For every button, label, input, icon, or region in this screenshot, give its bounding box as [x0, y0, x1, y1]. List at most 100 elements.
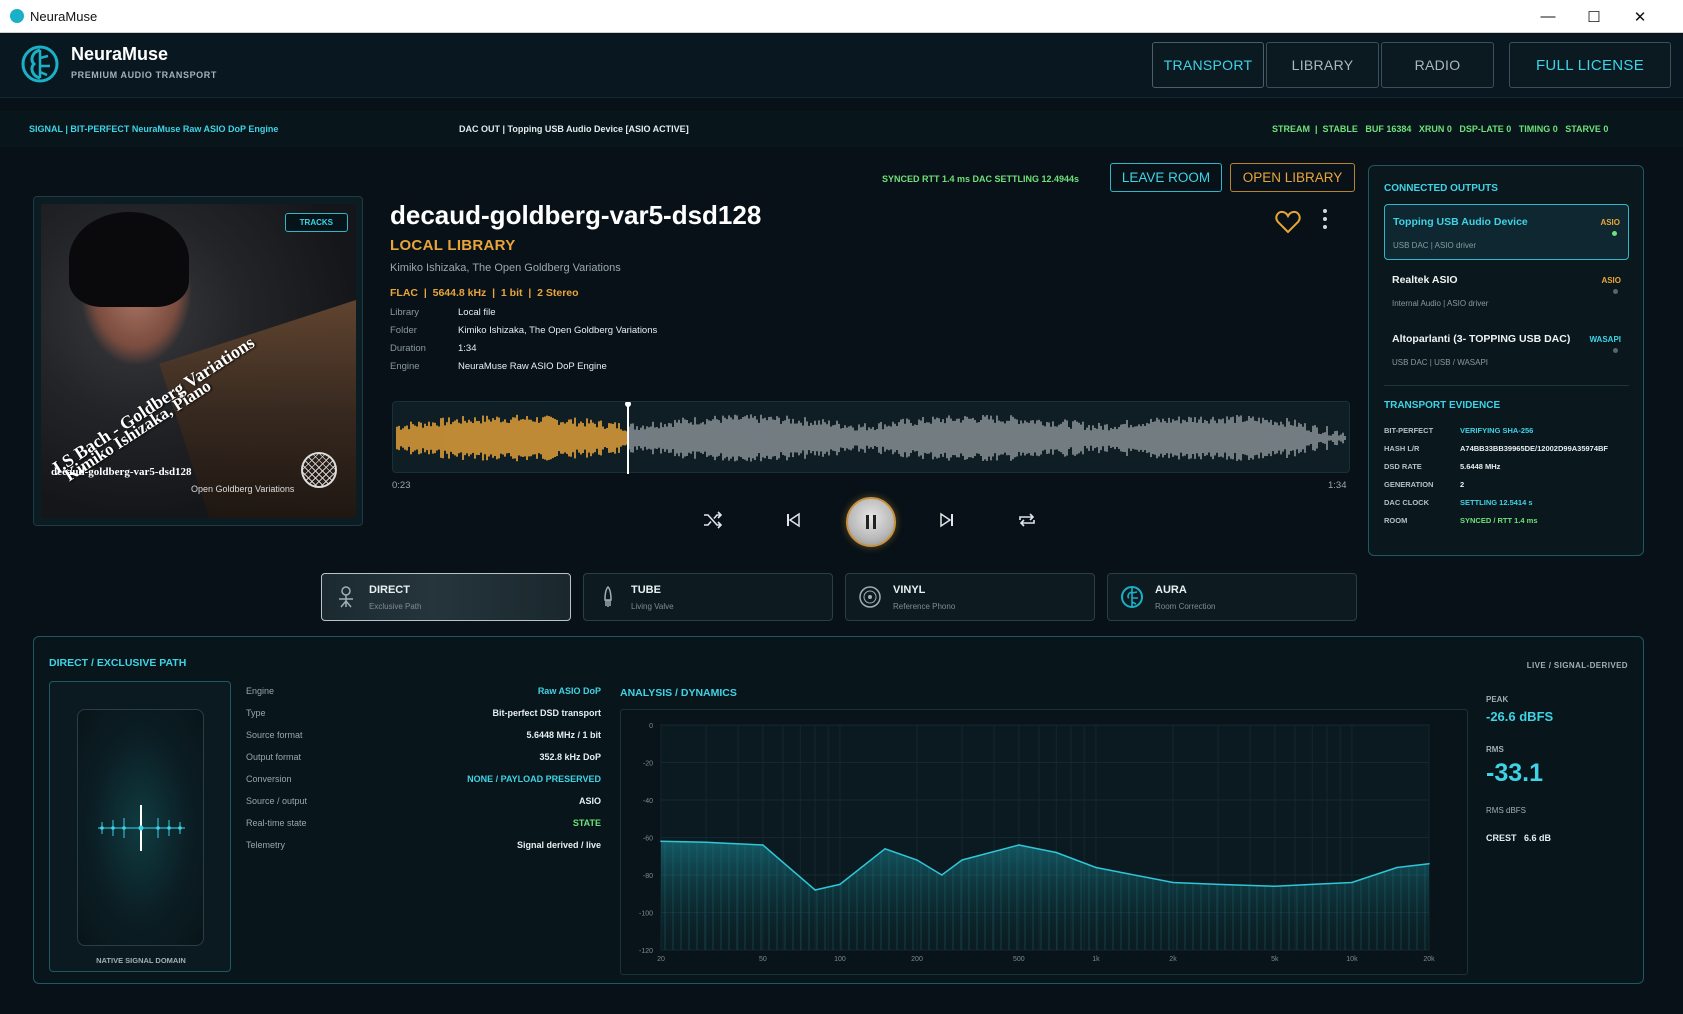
waveform-graph — [396, 401, 1346, 474]
vinyl-icon — [859, 586, 881, 608]
output-item-topping[interactable]: Topping USB Audio Device USB DAC | ASIO … — [1384, 204, 1629, 260]
chart-point — [762, 844, 764, 846]
y-tick-label: 0 — [649, 723, 653, 730]
x-tick-label: 200 — [911, 956, 923, 963]
track-title: decaud-goldberg-var5-dsd128 — [390, 200, 762, 230]
mode-subtitle: Room Correction — [1155, 602, 1216, 611]
nav-library-button[interactable]: LIBRARY — [1266, 42, 1379, 88]
shuffle-icon — [704, 511, 723, 529]
album-card: TRACKS J.S Bach - Goldberg Variations Ki… — [33, 196, 363, 526]
output-status-dot — [1612, 231, 1617, 236]
album-art-label: Open Goldberg Variations — [191, 484, 295, 494]
spec-key: Real-time state — [246, 818, 307, 828]
output-item-realtek[interactable]: Realtek ASIO Internal Audio | ASIO drive… — [1384, 263, 1629, 319]
previous-icon — [787, 512, 800, 528]
leave-room-button[interactable]: LEAVE ROOM — [1110, 163, 1222, 192]
output-name: Realtek ASIO — [1392, 274, 1458, 286]
mode-tube-button[interactable]: TUBE Living Valve — [583, 573, 833, 621]
spec-key: Output format — [246, 752, 302, 762]
close-button[interactable]: ✕ — [1617, 0, 1663, 33]
next-track-button[interactable] — [932, 505, 962, 535]
pause-button[interactable] — [846, 497, 896, 547]
meta-key: Folder — [390, 325, 417, 336]
shuffle-button[interactable] — [698, 505, 728, 535]
spec-value: 5.6448 MHz / 1 bit — [526, 730, 601, 740]
next-icon — [940, 512, 953, 528]
spec-value: Signal derived / live — [516, 840, 601, 850]
signal-path-status: SIGNAL | BIT-PERFECT NeuraMuse Raw ASIO … — [29, 124, 279, 134]
path-panel-title: DIRECT / EXCLUSIVE PATH — [49, 657, 187, 669]
y-tick-label: -40 — [643, 798, 653, 805]
evidence-value: 2 — [1460, 480, 1465, 489]
output-name: Altoparlanti (3- TOPPING USB DAC) — [1392, 333, 1571, 345]
meta-key: Library — [390, 307, 420, 318]
y-tick-label: -80 — [643, 873, 653, 880]
x-tick-label: 500 — [1013, 956, 1025, 963]
window-titlebar: NeuraMuse — ☐ ✕ — [0, 0, 1683, 33]
full-license-button[interactable]: FULL LICENSE — [1509, 42, 1671, 88]
stream-stats: STREAM | STABLE BUF 16384 XRUN 0 DSP-LAT… — [1272, 124, 1609, 134]
chart-point — [1095, 866, 1097, 869]
nav-transport-button[interactable]: TRANSPORT — [1152, 42, 1264, 88]
repeat-icon — [1019, 513, 1035, 527]
dynamics-chart-box: 0 -20 -40 -60 -80 -100 -120 20 50 100 200 500 1k 2k 5k… — [620, 709, 1468, 975]
direct-path-panel: DIRECT / EXCLUSIVE PATH LIVE / SIGNAL-DE… — [33, 636, 1644, 984]
spec-value: Raw ASIO DoP — [537, 686, 601, 696]
previous-track-button[interactable] — [778, 505, 808, 535]
output-subtitle: Internal Audio | ASIO driver — [1392, 299, 1489, 308]
meta-value: 1:34 — [458, 343, 477, 354]
pause-icon — [866, 515, 876, 529]
direct-icon — [339, 586, 353, 608]
sync-status: SYNCED RTT 1.4 ms DAC SETTLING 12.4944s — [882, 174, 1080, 184]
spec-key: Conversion — [246, 774, 292, 784]
output-item-altoparlanti[interactable]: Altoparlanti (3- TOPPING USB DAC) USB DA… — [1384, 322, 1629, 378]
repeat-button[interactable] — [1012, 505, 1042, 535]
maximize-button[interactable]: ☐ — [1571, 0, 1617, 33]
album-art-filename: decaud-goldberg-var5-dsd128 — [51, 466, 192, 478]
y-tick-label: -120 — [639, 948, 653, 955]
nav-radio-button[interactable]: RADIO — [1381, 42, 1494, 88]
minimize-button[interactable]: — — [1525, 0, 1571, 33]
mode-aura-button[interactable]: AURA Room Correction — [1107, 573, 1357, 621]
crest-value: CREST 6.6 dB — [1486, 833, 1552, 843]
track-format: FLAC | 5644.8 kHz | 1 bit | 2 Stereo — [390, 287, 579, 299]
chart-point — [1055, 851, 1058, 854]
app-icon — [10, 9, 24, 23]
y-tick-label: -20 — [643, 761, 653, 768]
x-tick-label: 20 — [657, 956, 665, 963]
chart-point — [1351, 881, 1353, 884]
spec-key: Engine — [246, 686, 275, 696]
open-library-button[interactable]: OPEN LIBRARY — [1230, 163, 1355, 192]
x-tick-label: 50 — [759, 956, 767, 963]
album-art-seal-icon — [301, 452, 337, 488]
track-artist: Kimiko Ishizaka, The Open Goldberg Varia… — [390, 262, 621, 274]
x-tick-label: 10k — [1346, 956, 1358, 963]
connected-outputs-heading: CONNECTED OUTPUTS — [1384, 183, 1498, 194]
favorite-heart-icon[interactable] — [1275, 210, 1301, 234]
output-name: Topping USB Audio Device — [1393, 216, 1528, 228]
peak-label: PEAK — [1486, 695, 1509, 704]
chart-point — [839, 883, 841, 886]
chart-point — [1217, 883, 1219, 886]
window-title: NeuraMuse — [30, 9, 98, 24]
tracks-tag-button[interactable]: TRACKS — [284, 213, 348, 232]
app-header: NeuraMuse PREMIUM AUDIO TRANSPORT TRANSP… — [0, 34, 1683, 98]
dynamics-chart: 0 -20 -40 -60 -80 -100 -120 20 50 100 200 500 1k 2k 5k… — [639, 723, 1435, 963]
evidence-value: VERIFYING SHA-256 — [1460, 426, 1534, 435]
dac-out-status: DAC OUT | Topping USB Audio Device [ASIO… — [459, 124, 689, 134]
mode-name: TUBE — [631, 584, 661, 596]
mode-name: VINYL — [893, 584, 926, 596]
x-tick-label: 1k — [1092, 956, 1100, 963]
waveform-seekbar[interactable] — [392, 401, 1350, 474]
more-options-icon[interactable] — [1322, 208, 1328, 230]
spec-value: STATE — [572, 818, 601, 828]
mode-direct-button[interactable]: DIRECT Exclusive Path — [321, 573, 571, 621]
neuramuse-logo-icon — [21, 45, 59, 83]
chart-point — [1311, 883, 1314, 886]
spec-value: 352.8 kHz DoP — [539, 752, 601, 762]
evidence-key: DSD RATE — [1384, 462, 1422, 471]
mode-vinyl-button[interactable]: VINYL Reference Phono — [845, 573, 1095, 621]
album-art[interactable]: TRACKS J.S Bach - Goldberg Variations Ki… — [41, 204, 356, 518]
playhead-handle[interactable] — [625, 401, 631, 407]
chart-point — [884, 848, 886, 850]
